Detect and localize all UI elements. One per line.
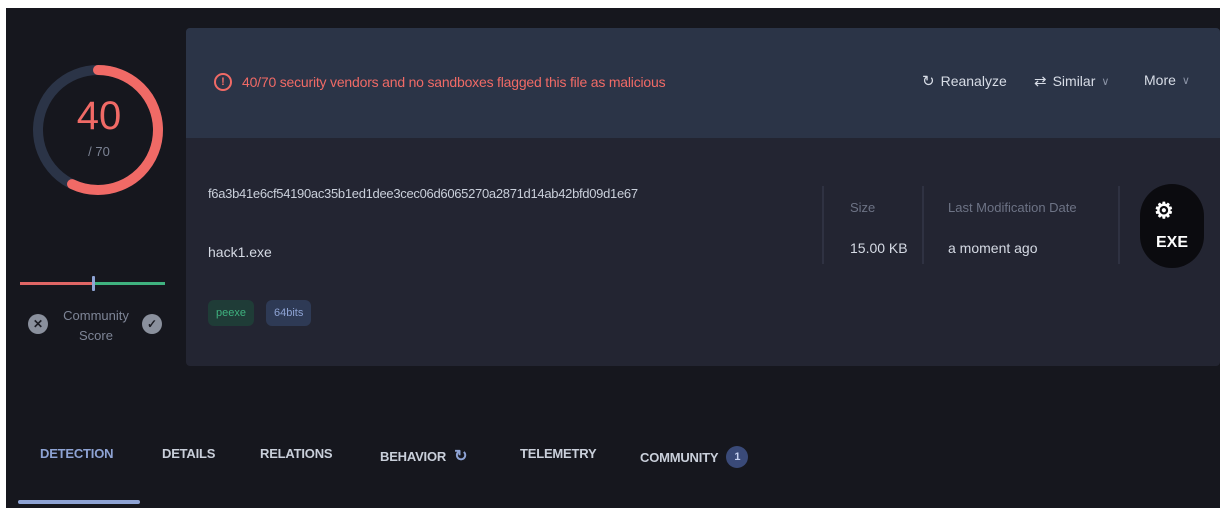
- tab-telemetry-label: TELEMETRY: [520, 446, 597, 461]
- file-summary-card: ! 40/70 security vendors and no sandboxe…: [186, 28, 1220, 366]
- tag-peexe[interactable]: peexe: [208, 300, 254, 326]
- file-type-badge: ⚙ EXE: [1140, 184, 1204, 268]
- file-hash[interactable]: f6a3b41e6cf54190ac35b1ed1dee3cec06d60652…: [208, 186, 638, 201]
- tab-behavior[interactable]: BEHAVIOR ↻: [380, 446, 467, 466]
- reanalyze-button[interactable]: ↻ Reanalyze: [922, 72, 1007, 90]
- detection-alert-text: 40/70 security vendors and no sandboxes …: [242, 74, 666, 90]
- last-modification-value: a moment ago: [948, 240, 1038, 256]
- reanalyze-label: Reanalyze: [940, 73, 1007, 89]
- detection-score-gauge: 40 / 70: [28, 26, 168, 236]
- tab-details-label: DETAILS: [162, 446, 216, 461]
- vote-harmless-icon[interactable]: ✓: [142, 314, 162, 334]
- vendor-total: / 70: [88, 144, 110, 159]
- refresh-icon: ↻: [922, 73, 935, 90]
- chevron-down-icon: ∨: [1181, 74, 1190, 87]
- similar-label: Similar: [1052, 73, 1096, 89]
- file-name: hack1.exe: [208, 244, 272, 260]
- tab-community[interactable]: COMMUNITY 1: [640, 446, 749, 468]
- tab-detection[interactable]: DETECTION: [40, 446, 114, 461]
- tab-behavior-label: BEHAVIOR: [380, 448, 447, 464]
- tab-relations[interactable]: RELATIONS: [260, 446, 333, 461]
- tab-relations-label: RELATIONS: [260, 446, 333, 461]
- similar-icon: ⇄: [1034, 73, 1047, 90]
- tab-telemetry[interactable]: TELEMETRY: [520, 446, 597, 461]
- report-tabs: DETECTION DETAILS RELATIONS BEHAVIOR ↻ T…: [6, 432, 1220, 508]
- divider: [922, 186, 924, 264]
- divider: [1118, 186, 1120, 264]
- more-button[interactable]: More ∨: [1144, 72, 1190, 88]
- active-tab-indicator: [18, 500, 140, 504]
- divider: [822, 186, 824, 264]
- tab-detection-label: DETECTION: [40, 446, 114, 461]
- similar-button[interactable]: ⇄ Similar ∨: [1034, 72, 1109, 90]
- chevron-down-icon: ∨: [1101, 75, 1110, 88]
- loading-spinner-icon: ↻: [454, 448, 468, 465]
- size-label: Size: [850, 200, 876, 215]
- size-value: 15.00 KB: [850, 240, 908, 256]
- community-score-bar: [20, 276, 165, 292]
- tab-details[interactable]: DETAILS: [162, 446, 215, 461]
- community-positive-bar: [92, 282, 165, 285]
- file-type-label: EXE: [1155, 234, 1188, 251]
- community-count-badge: 1: [726, 446, 749, 468]
- vote-harmful-icon[interactable]: ✕: [28, 314, 48, 334]
- file-report-page: 40 / 70 ✕ Community Score ✓ ! 40/70 secu…: [6, 8, 1220, 508]
- alert-icon: !: [214, 73, 232, 91]
- tab-community-label: COMMUNITY: [640, 449, 719, 465]
- more-label: More: [1144, 72, 1176, 88]
- detection-alert-bar: ! 40/70 security vendors and no sandboxe…: [186, 28, 1220, 138]
- community-score-label: Community Score: [63, 308, 129, 343]
- file-type-icon: ⚙: [1154, 198, 1174, 223]
- detection-count: 40: [76, 94, 122, 138]
- tag-64bits[interactable]: 64bits: [266, 300, 312, 326]
- community-score: ✕ Community Score ✓: [16, 306, 166, 366]
- community-negative-bar: [20, 282, 92, 285]
- last-modification-label: Last Modification Date: [948, 200, 1077, 215]
- community-score-marker: [91, 276, 95, 291]
